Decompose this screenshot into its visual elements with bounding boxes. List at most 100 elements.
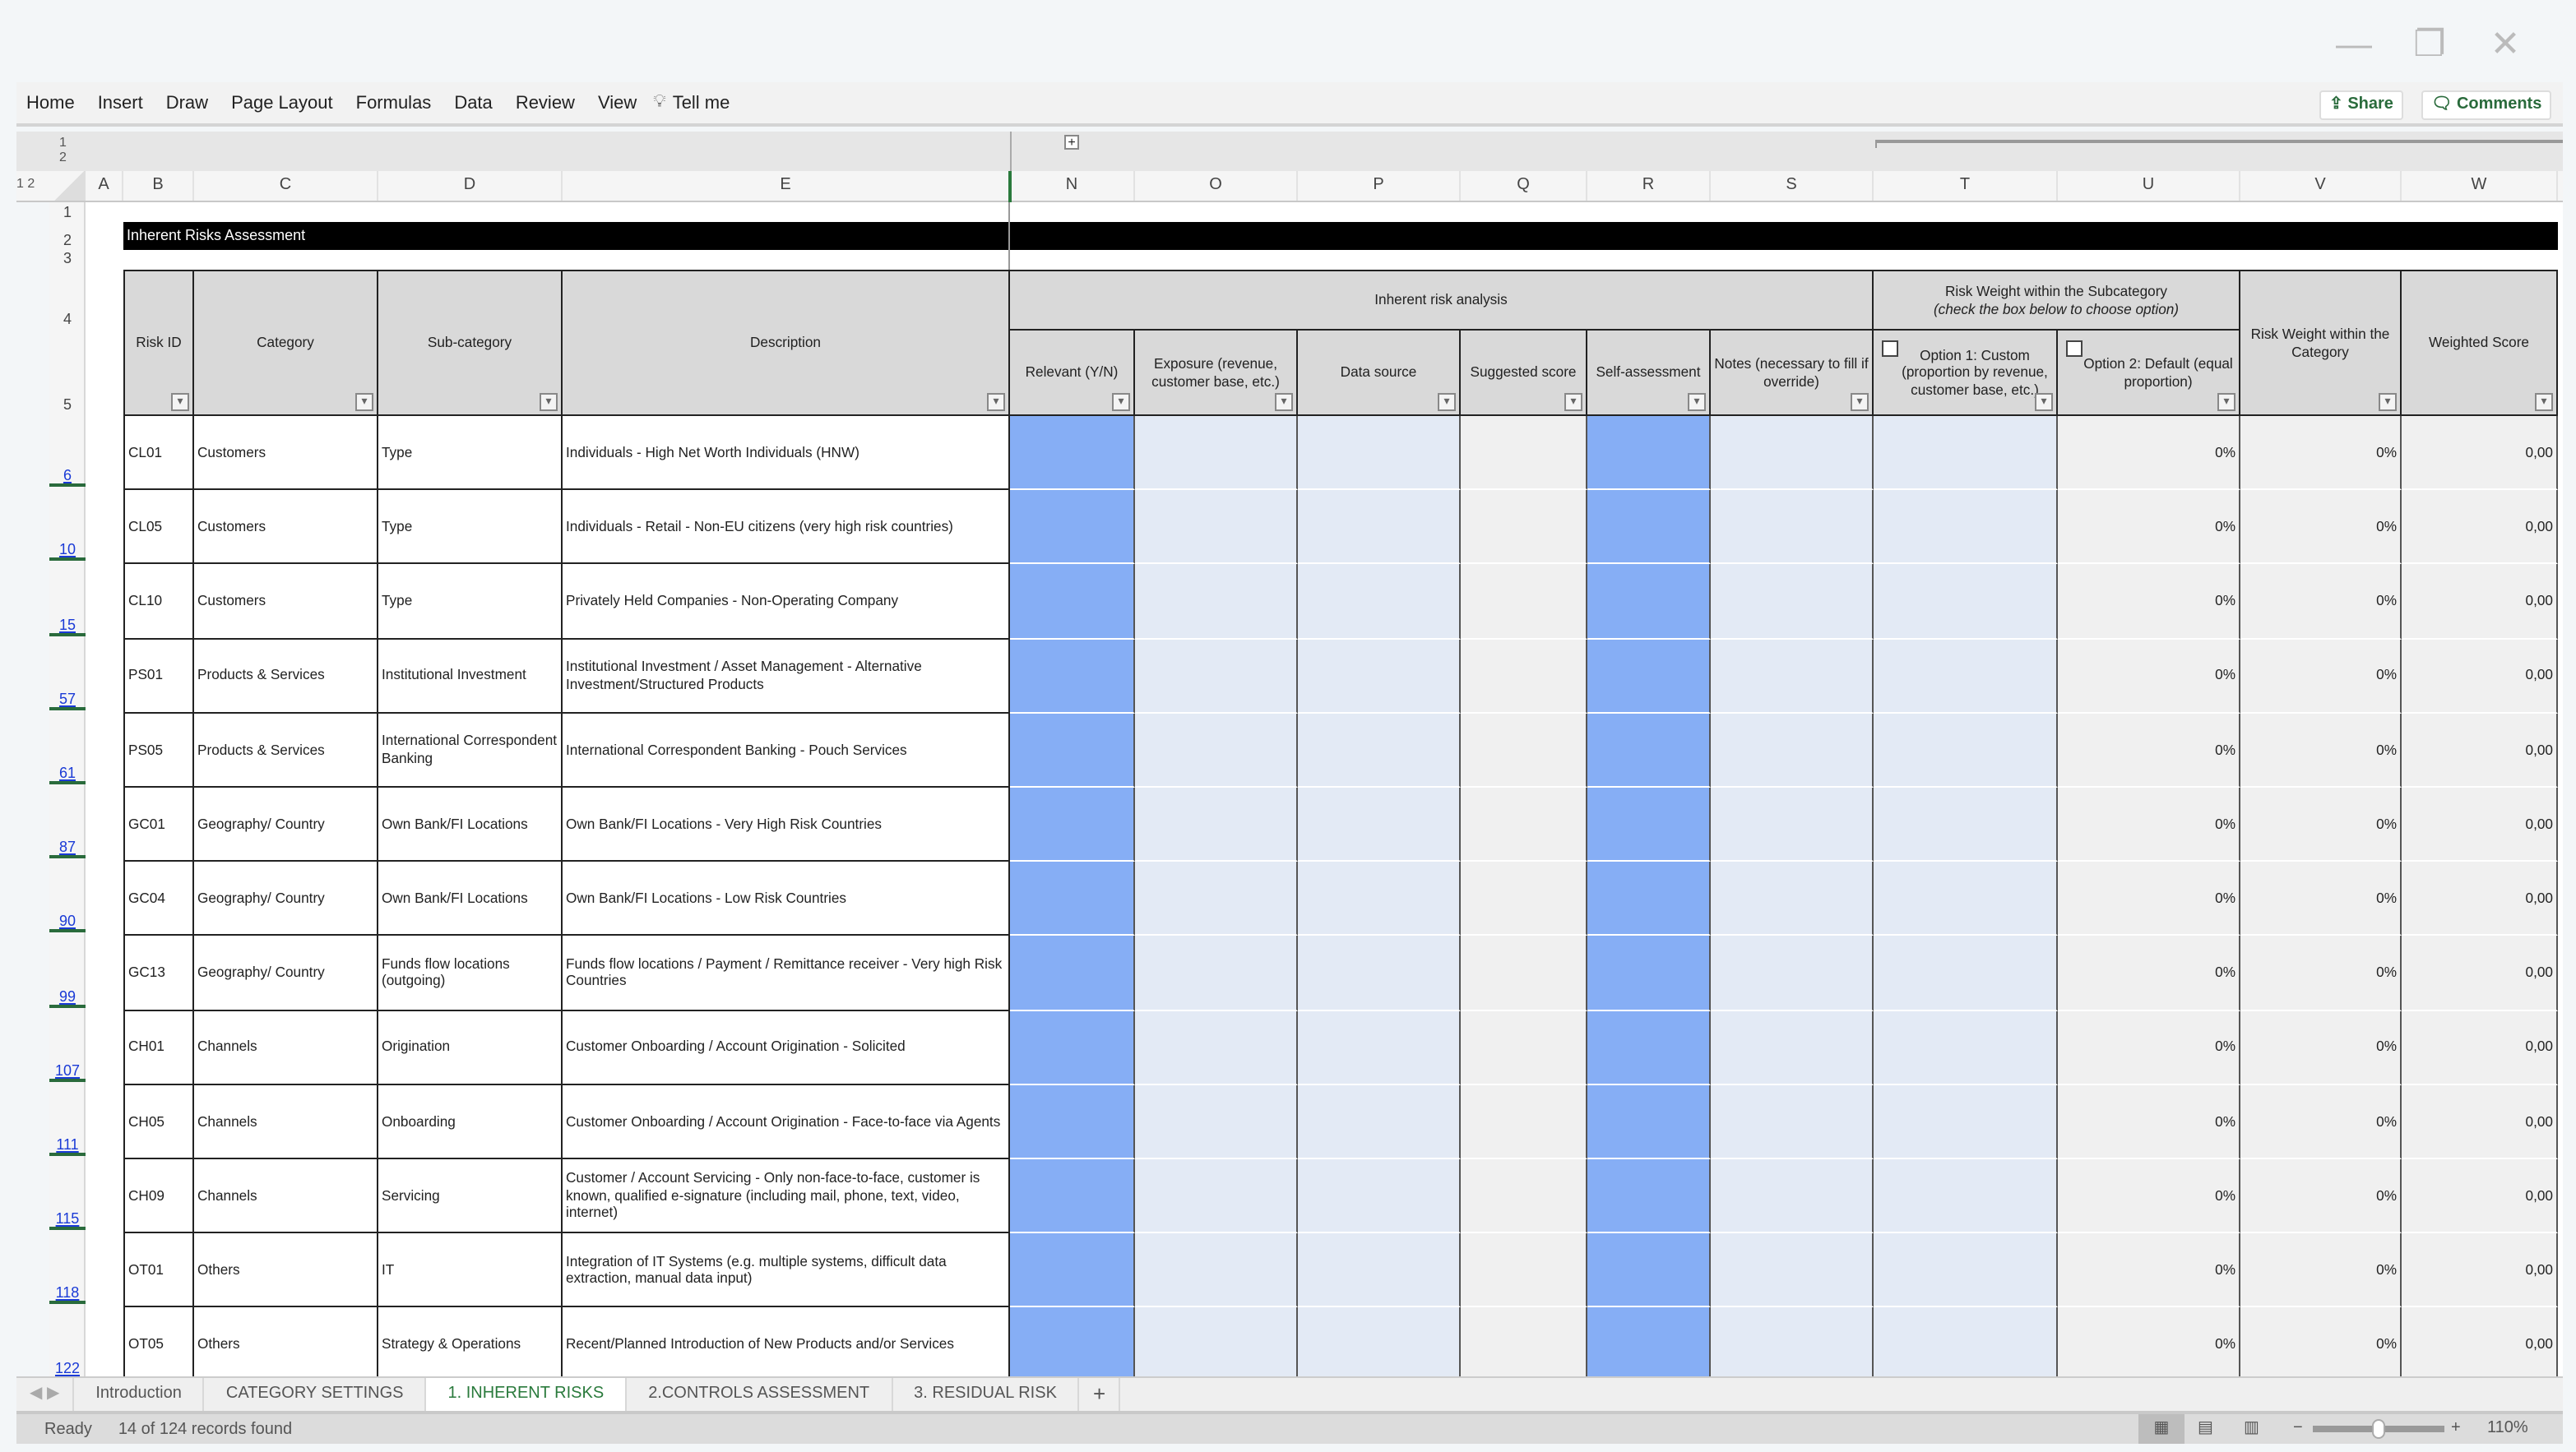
cell-id[interactable]: GC13: [123, 936, 194, 1011]
cell-Q[interactable]: [1461, 788, 1587, 862]
cell-S[interactable]: [1711, 416, 1874, 491]
cell-sub[interactable]: Own Bank/FI Locations: [378, 788, 563, 862]
header-option1-filter-dropdown[interactable]: ▾: [2035, 393, 2053, 411]
cell-id[interactable]: CL01: [123, 416, 194, 491]
cell-T[interactable]: [1874, 788, 2058, 862]
cell-V[interactable]: 0%: [2240, 936, 2402, 1011]
cell-id[interactable]: CL10: [123, 564, 194, 640]
cell-S[interactable]: [1711, 564, 1874, 640]
row-header-111[interactable]: 111: [49, 1136, 86, 1156]
row-header-15[interactable]: 15: [49, 616, 86, 636]
cell-P[interactable]: [1298, 1307, 1461, 1376]
option1-checkbox[interactable]: [1882, 340, 1898, 357]
header-category-filter-dropdown[interactable]: ▾: [355, 393, 373, 411]
menu-view[interactable]: View: [598, 93, 637, 113]
cell-W[interactable]: 0,00: [2402, 1307, 2558, 1376]
cell-R[interactable]: [1587, 416, 1711, 491]
menu-home[interactable]: Home: [26, 93, 75, 113]
cell-P[interactable]: [1298, 862, 1461, 936]
column-header-B[interactable]: B: [123, 171, 194, 201]
cell-O[interactable]: [1135, 862, 1298, 936]
cell-R[interactable]: [1587, 862, 1711, 936]
cell-N[interactable]: [1010, 936, 1135, 1011]
header-relevant-filter-dropdown[interactable]: ▾: [1112, 393, 1130, 411]
cell-O[interactable]: [1135, 713, 1298, 788]
cell-cat[interactable]: Products & Services: [194, 639, 378, 714]
cell-T[interactable]: [1874, 564, 2058, 640]
cell-cat[interactable]: Channels: [194, 1010, 378, 1085]
cell-cat[interactable]: Others: [194, 1307, 378, 1376]
menu-page-layout[interactable]: Page Layout: [231, 93, 333, 113]
cell-sub[interactable]: Servicing: [378, 1159, 563, 1234]
cell-cat[interactable]: Customers: [194, 490, 378, 565]
add-sheet-button[interactable]: +: [1080, 1378, 1121, 1411]
header-data-source-filter-dropdown[interactable]: ▾: [1438, 393, 1456, 411]
column-header-U[interactable]: U: [2058, 171, 2240, 201]
cell-T[interactable]: [1874, 1010, 2058, 1085]
row-header-10[interactable]: 10: [49, 542, 86, 562]
cell-id[interactable]: OT05: [123, 1307, 194, 1376]
cell-V[interactable]: 0%: [2240, 788, 2402, 862]
column-header-R[interactable]: R: [1587, 171, 1711, 201]
column-header-D[interactable]: D: [378, 171, 563, 201]
cell-id[interactable]: PS01: [123, 639, 194, 714]
tab-2-controls-assessment[interactable]: 2.CONTROLS ASSESSMENT: [627, 1378, 893, 1411]
cell-id[interactable]: GC04: [123, 862, 194, 936]
column-header-E[interactable]: E: [563, 171, 1010, 201]
cell-V[interactable]: 0%: [2240, 1233, 2402, 1308]
cell-Q[interactable]: [1461, 862, 1587, 936]
cell-R[interactable]: [1587, 1307, 1711, 1376]
cell-R[interactable]: [1587, 1233, 1711, 1308]
cell-S[interactable]: [1711, 1233, 1874, 1308]
cell-R[interactable]: [1587, 1084, 1711, 1159]
cell-id[interactable]: CH01: [123, 1010, 194, 1085]
cell-N[interactable]: [1010, 713, 1135, 788]
cell-W[interactable]: 0,00: [2402, 936, 2558, 1011]
cell-S[interactable]: [1711, 788, 1874, 862]
cell-sub[interactable]: Type: [378, 416, 563, 491]
cell-sub[interactable]: Type: [378, 564, 563, 640]
row-header-3[interactable]: 3: [49, 250, 86, 266]
column-header-S[interactable]: S: [1711, 171, 1874, 201]
cell-P[interactable]: [1298, 639, 1461, 714]
cell-O[interactable]: [1135, 490, 1298, 565]
row-header-4[interactable]: 4: [49, 311, 86, 327]
header-subcategory-filter-dropdown[interactable]: ▾: [540, 393, 558, 411]
cell-S[interactable]: [1711, 1159, 1874, 1234]
cell-Q[interactable]: [1461, 1159, 1587, 1234]
column-header-A[interactable]: A: [86, 171, 123, 201]
cell-U[interactable]: 0%: [2058, 862, 2240, 936]
header-description-filter-dropdown[interactable]: ▾: [987, 393, 1005, 411]
cell-W[interactable]: 0,00: [2402, 639, 2558, 714]
outline-level-buttons[interactable]: 12: [59, 135, 67, 164]
cell-R[interactable]: [1587, 1010, 1711, 1085]
cell-U[interactable]: 0%: [2058, 564, 2240, 640]
cell-desc[interactable]: Own Bank/FI Locations - Very High Risk C…: [563, 788, 1010, 862]
cell-S[interactable]: [1711, 862, 1874, 936]
cell-sub[interactable]: IT: [378, 1233, 563, 1308]
cell-N[interactable]: [1010, 862, 1135, 936]
cell-desc[interactable]: Own Bank/FI Locations - Low Risk Countri…: [563, 862, 1010, 936]
column-header-V[interactable]: V: [2240, 171, 2402, 201]
cell-sub[interactable]: Funds flow locations (outgoing): [378, 936, 563, 1011]
cell-cat[interactable]: Channels: [194, 1159, 378, 1234]
row-header-57[interactable]: 57: [49, 691, 86, 710]
cell-T[interactable]: [1874, 862, 2058, 936]
minimize-button[interactable]: —: [2329, 23, 2379, 66]
menu-insert[interactable]: Insert: [98, 93, 143, 113]
cell-T[interactable]: [1874, 1233, 2058, 1308]
cell-U[interactable]: 0%: [2058, 1010, 2240, 1085]
cell-desc[interactable]: Individuals - Retail - Non-EU citizens (…: [563, 490, 1010, 565]
cell-N[interactable]: [1010, 788, 1135, 862]
cell-Q[interactable]: [1461, 1010, 1587, 1085]
cell-P[interactable]: [1298, 490, 1461, 565]
cell-sub[interactable]: International Correspondent Banking: [378, 713, 563, 788]
cell-T[interactable]: [1874, 1084, 2058, 1159]
cell-W[interactable]: 0,00: [2402, 713, 2558, 788]
cell-O[interactable]: [1135, 1307, 1298, 1376]
cell-sub[interactable]: Own Bank/FI Locations: [378, 862, 563, 936]
cell-W[interactable]: 0,00: [2402, 788, 2558, 862]
cell-desc[interactable]: Institutional Investment / Asset Managem…: [563, 639, 1010, 714]
cell-id[interactable]: CH05: [123, 1084, 194, 1159]
cell-V[interactable]: 0%: [2240, 416, 2402, 491]
